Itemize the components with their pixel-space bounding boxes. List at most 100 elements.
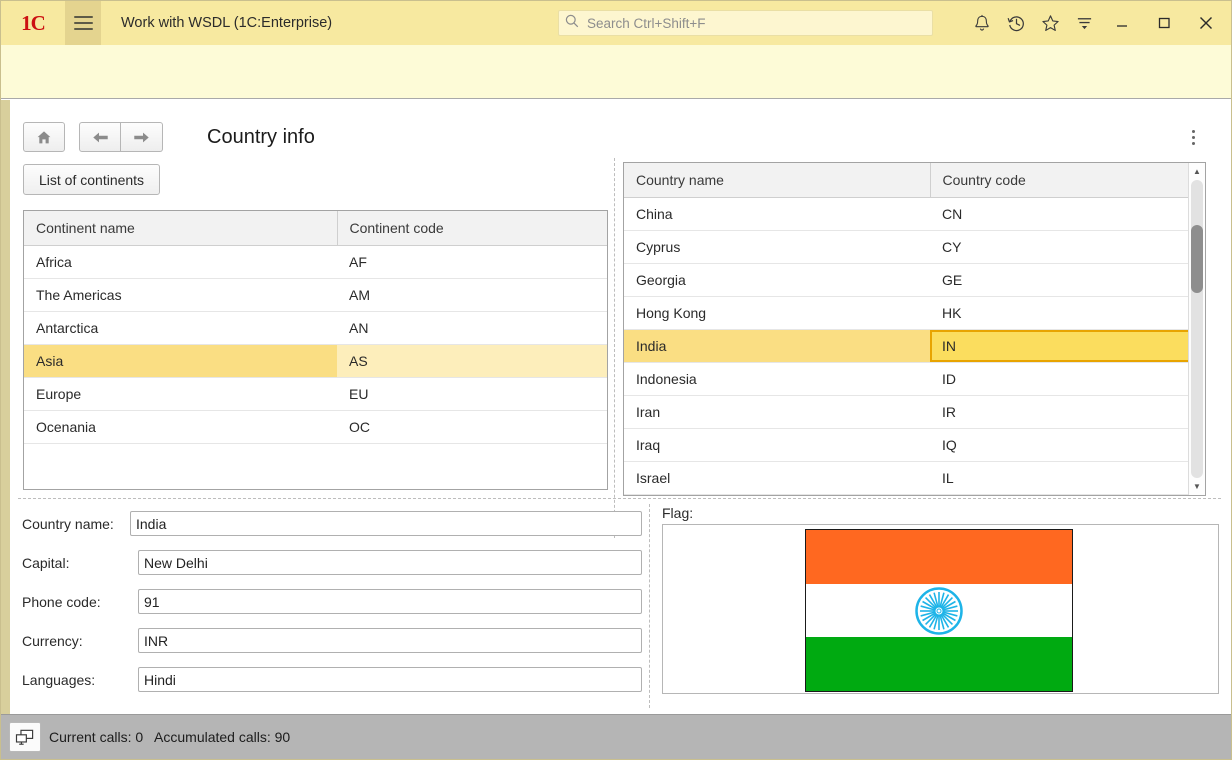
flag-band-white	[806, 583, 1072, 638]
form-row: Capital:	[22, 543, 642, 582]
more-options-button[interactable]	[1184, 124, 1202, 150]
table-row[interactable]: Asia AS	[24, 344, 607, 378]
maximize-icon	[1158, 17, 1170, 29]
cell-country-code[interactable]: HK	[930, 296, 1205, 330]
cell-country-name[interactable]: India	[624, 329, 930, 363]
search-input[interactable]	[585, 14, 926, 32]
cell-country-code[interactable]: GE	[930, 263, 1205, 297]
cell-continent-code[interactable]: AF	[337, 245, 607, 279]
status-bar: Current calls: 0 Accumulated calls: 90	[1, 714, 1231, 759]
table-row[interactable]: India IN	[624, 329, 1205, 363]
history-navigation-group	[79, 122, 163, 152]
cell-country-name[interactable]: Iran	[624, 395, 930, 429]
cell-continent-name[interactable]: Europe	[24, 377, 337, 411]
home-button[interactable]	[23, 122, 65, 152]
continents-table[interactable]: Continent name Continent code Africa AF Th…	[23, 210, 608, 490]
scroll-down-arrow-icon[interactable]: ▼	[1189, 478, 1205, 495]
cell-continent-code[interactable]: AN	[337, 311, 607, 345]
cell-country-name[interactable]: Indonesia	[624, 362, 930, 396]
cell-country-code[interactable]: IQ	[930, 428, 1205, 462]
maximize-button[interactable]	[1143, 1, 1185, 45]
notifications-button[interactable]	[965, 1, 999, 45]
countries-scrollbar[interactable]: ▲ ▼	[1188, 163, 1205, 495]
table-header-row: Country name Country code	[624, 163, 1205, 198]
star-icon	[1041, 14, 1059, 31]
form-label: Languages:	[22, 671, 96, 688]
table-row[interactable]: Africa AF	[24, 245, 607, 279]
form-input[interactable]	[138, 589, 642, 614]
cell-country-code[interactable]: IL	[930, 461, 1205, 495]
countries-table[interactable]: Country name Country code China CN Cyprus C…	[623, 162, 1206, 496]
column-header-continent-name[interactable]: Continent name	[24, 211, 338, 246]
horizontal-splitter[interactable]	[18, 498, 1221, 500]
cell-country-code[interactable]: IN	[930, 329, 1205, 363]
hamburger-menu-icon	[73, 16, 93, 30]
table-row[interactable]: Iran IR	[624, 395, 1205, 429]
list-of-continents-button[interactable]: List of continents	[23, 164, 161, 195]
minimize-button[interactable]	[1101, 1, 1143, 45]
cell-country-name[interactable]: Iraq	[624, 428, 930, 462]
cell-continent-name[interactable]: Antarctica	[24, 311, 337, 345]
favorites-button[interactable]	[1033, 1, 1067, 45]
close-button[interactable]	[1185, 1, 1227, 45]
cell-country-code[interactable]: CN	[930, 197, 1205, 231]
cell-continent-code[interactable]: OC	[337, 410, 607, 444]
cell-country-name[interactable]: Hong Kong	[624, 296, 930, 330]
cell-country-code[interactable]: IR	[930, 395, 1205, 429]
table-row[interactable]: Georgia GE	[624, 263, 1205, 297]
table-row[interactable]: Hong Kong HK	[624, 296, 1205, 330]
cell-continent-code[interactable]: AS	[337, 344, 607, 378]
table-row[interactable]: Iraq IQ	[624, 428, 1205, 462]
scroll-up-arrow-icon[interactable]: ▲	[1189, 163, 1205, 180]
form-input[interactable]	[138, 550, 642, 575]
filter-button[interactable]	[1067, 1, 1101, 45]
search-box[interactable]	[558, 10, 933, 36]
cell-country-name[interactable]: Cyprus	[624, 230, 930, 264]
form-row: Languages:	[22, 660, 642, 699]
back-button[interactable]	[79, 122, 121, 152]
vertical-splitter[interactable]	[614, 158, 616, 538]
table-row[interactable]: Cyprus CY	[624, 230, 1205, 264]
table-row[interactable]: Ocenania OC	[24, 410, 607, 444]
close-icon	[1200, 17, 1212, 29]
form-input[interactable]	[130, 511, 642, 536]
history-button[interactable]	[999, 1, 1033, 45]
column-header-country-code[interactable]: Country code	[930, 163, 1205, 198]
lower-vertical-splitter[interactable]	[649, 504, 651, 708]
search-icon	[565, 14, 579, 33]
table-row[interactable]: Indonesia ID	[624, 362, 1205, 396]
scrollbar-thumb[interactable]	[1191, 225, 1203, 293]
cell-country-code[interactable]: CY	[930, 230, 1205, 264]
form-label: Capital:	[22, 554, 70, 571]
form-label: Phone code:	[22, 593, 101, 610]
table-row[interactable]: Israel IL	[624, 461, 1205, 495]
form-input[interactable]	[138, 667, 642, 692]
main-menu-button[interactable]	[65, 1, 101, 45]
form-input[interactable]	[138, 628, 642, 653]
cell-continent-code[interactable]: EU	[337, 377, 607, 411]
cell-continent-code[interactable]: AM	[337, 278, 607, 312]
column-header-continent-code[interactable]: Continent code	[337, 211, 607, 246]
cell-country-name[interactable]: Georgia	[624, 263, 930, 297]
flag-band-green	[806, 637, 1072, 692]
cell-country-name[interactable]: Israel	[624, 461, 930, 495]
cell-continent-name[interactable]: Africa	[24, 245, 337, 279]
cell-continent-name[interactable]: Asia	[24, 344, 337, 378]
forward-button[interactable]	[121, 122, 163, 152]
table-row[interactable]: China CN	[624, 197, 1205, 231]
cell-country-code[interactable]: ID	[930, 362, 1205, 396]
cell-continent-name[interactable]: Ocenania	[24, 410, 337, 444]
cell-country-name[interactable]: China	[624, 197, 930, 231]
table-row[interactable]: The Americas AM	[24, 278, 607, 312]
application-window: 1C Work with WSDL (1C:Enterprise) Search…	[0, 0, 1232, 760]
table-row[interactable]: Antarctica AN	[24, 311, 607, 345]
kebab-dot	[1191, 129, 1195, 133]
app-logo: 1C	[1, 1, 65, 45]
column-header-country-name[interactable]: Country name	[624, 163, 931, 198]
network-monitor-button[interactable]	[9, 722, 41, 752]
page-title: Country info	[207, 126, 315, 148]
network-monitor-icon	[15, 729, 34, 745]
table-row[interactable]: Europe EU	[24, 377, 607, 411]
cell-continent-name[interactable]: The Americas	[24, 278, 337, 312]
ashoka-chakra-icon	[915, 586, 963, 635]
